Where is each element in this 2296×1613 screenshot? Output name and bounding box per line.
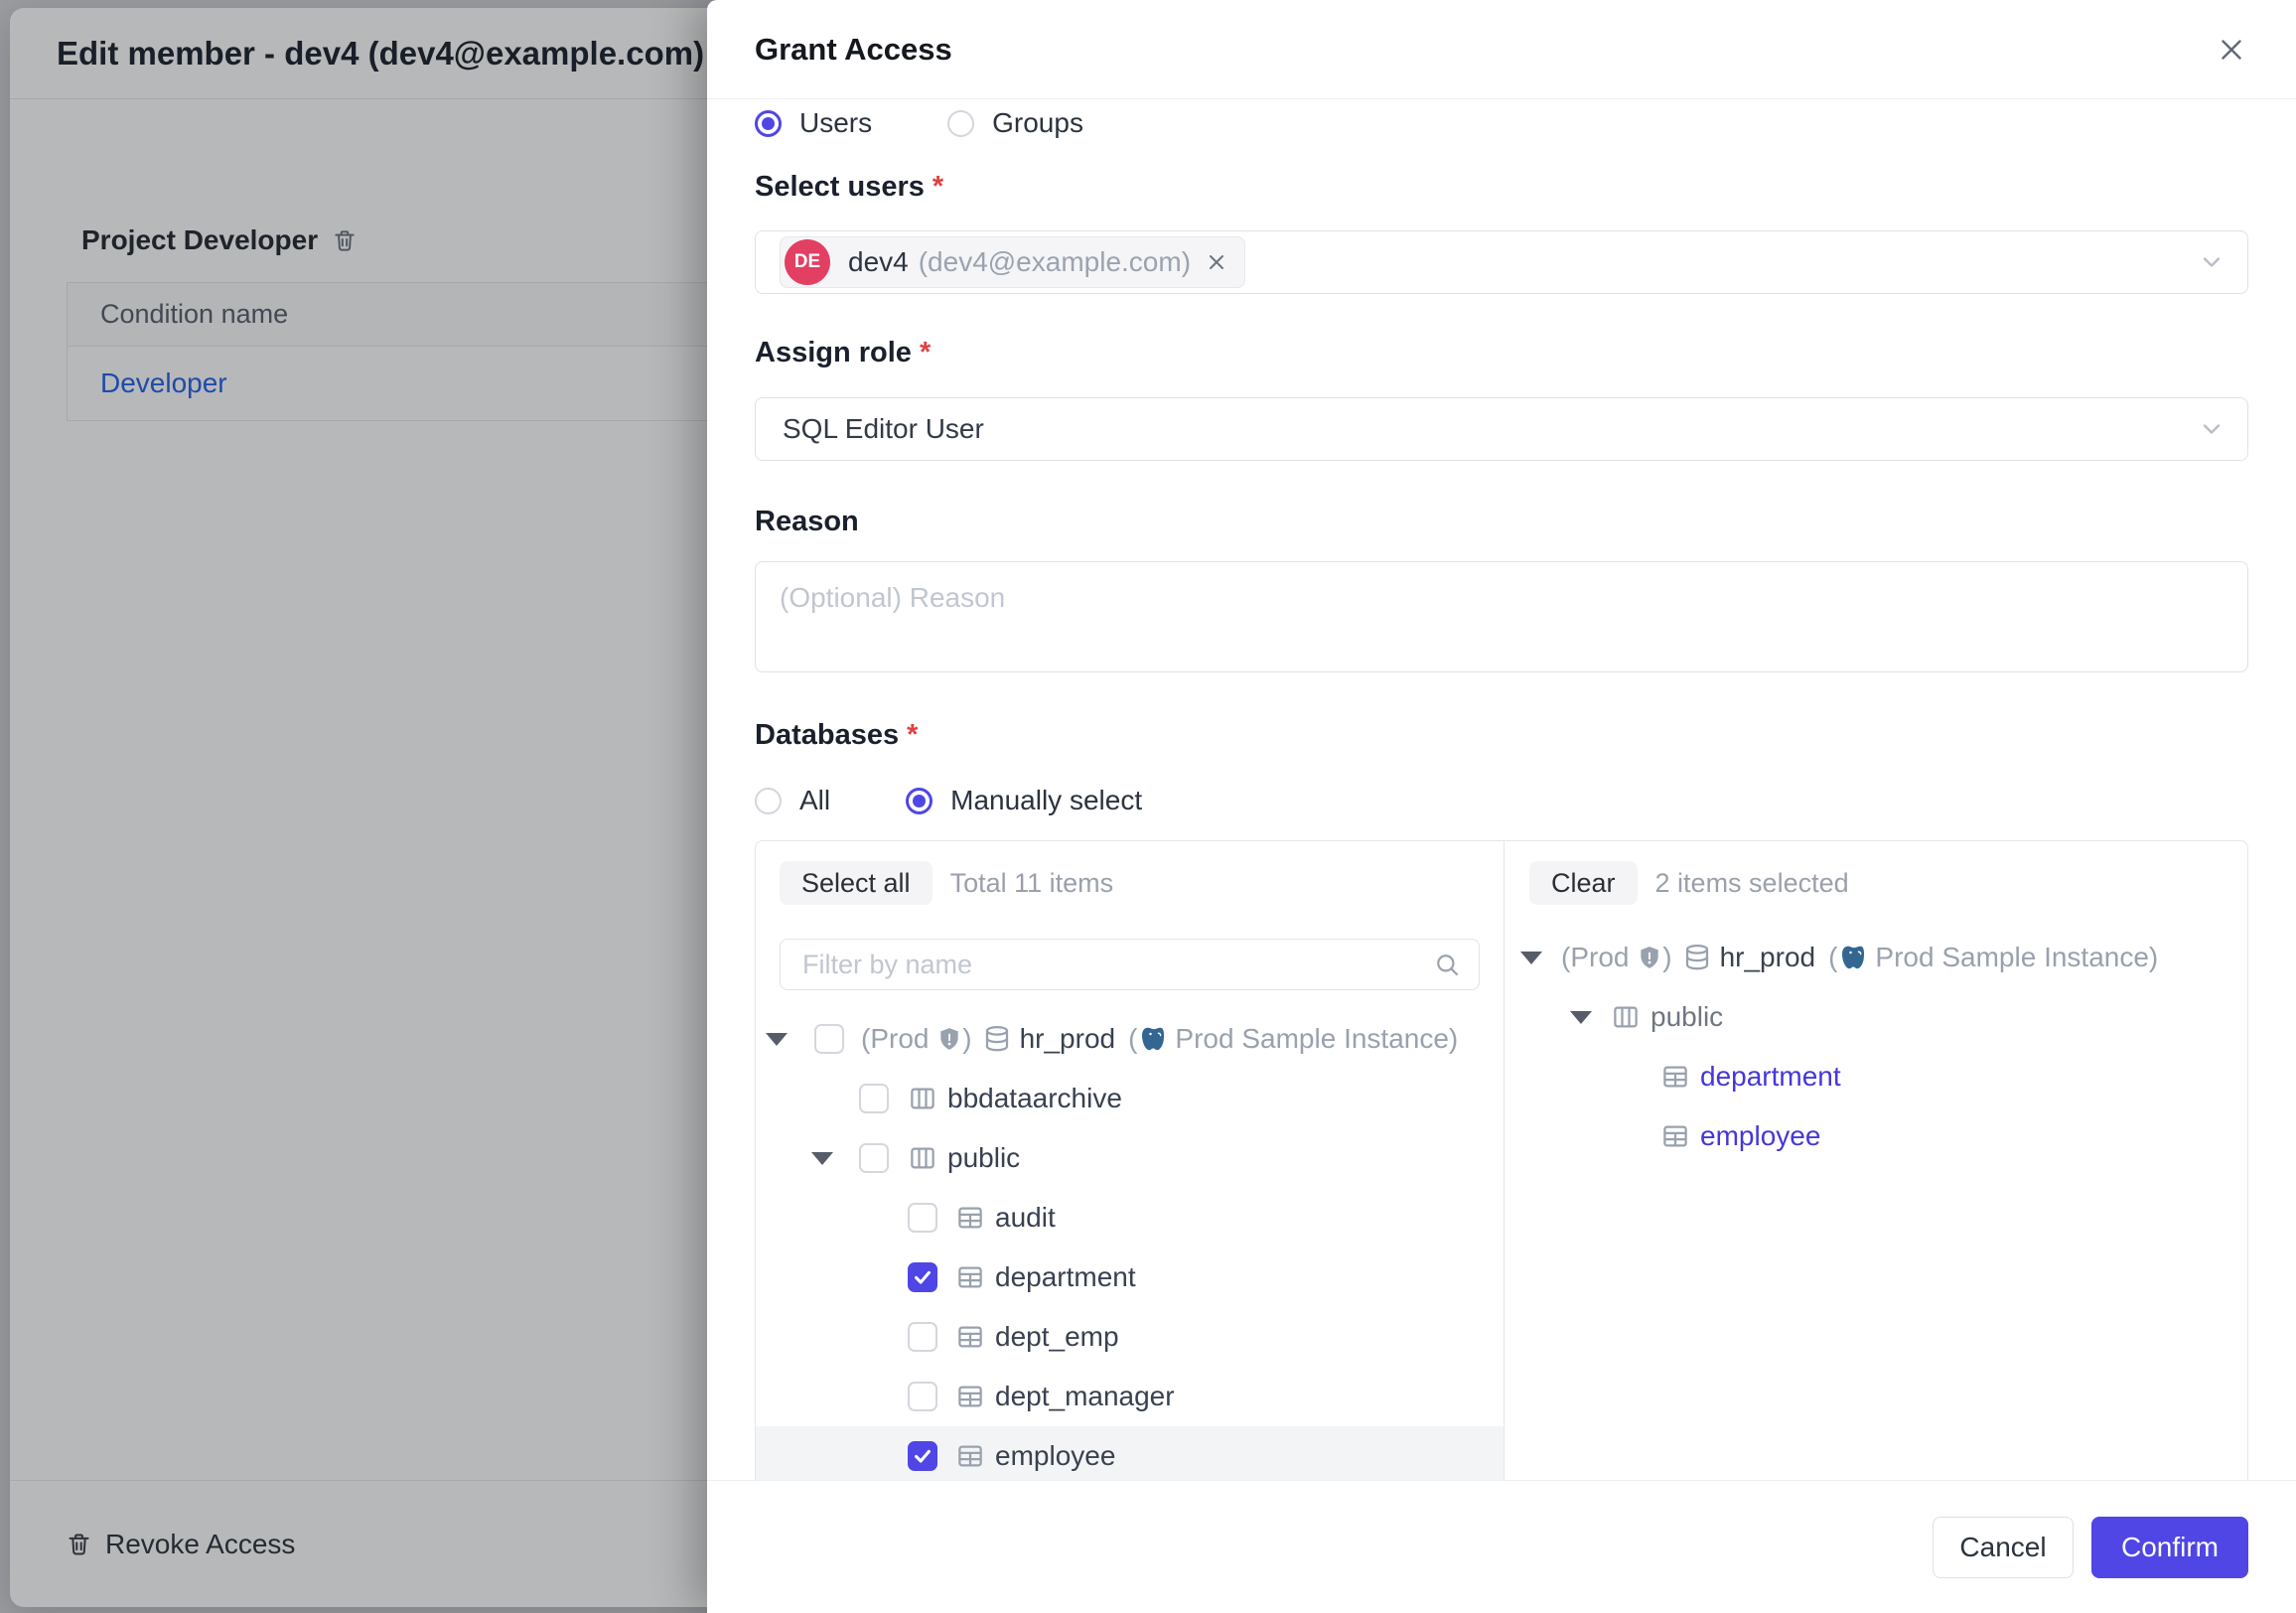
- all-databases-radio-label[interactable]: All: [799, 785, 830, 816]
- tree-row-public[interactable]: public: [756, 1128, 1504, 1188]
- close-icon[interactable]: [2215, 33, 2248, 67]
- environment-shield-icon: [1637, 944, 1662, 971]
- items-selected-label: 2 items selected: [1655, 868, 1849, 899]
- select-all-button[interactable]: Select all: [780, 861, 933, 905]
- modal-header: Grant Access: [707, 0, 2296, 99]
- schema-icon: [908, 1143, 937, 1173]
- table-icon: [1660, 1062, 1690, 1092]
- required-asterisk: *: [920, 337, 931, 368]
- checkbox[interactable]: [908, 1322, 937, 1352]
- table-icon: [955, 1441, 985, 1471]
- cancel-button[interactable]: Cancel: [1933, 1517, 2074, 1578]
- user-avatar: DE: [785, 239, 830, 285]
- select-users-input[interactable]: DE dev4 (dev4@example.com): [755, 230, 2248, 294]
- schema-icon: [908, 1084, 937, 1113]
- checkbox-checked[interactable]: [908, 1441, 937, 1471]
- source-panel-header: Select all Total 11 items: [780, 861, 1113, 905]
- required-asterisk: *: [907, 719, 918, 751]
- database-transfer: Select all Total 11 items Filter by name: [755, 840, 2248, 1480]
- modal-title: Grant Access: [755, 32, 2215, 68]
- collapse-caret-icon[interactable]: [1520, 952, 1542, 964]
- total-items-label: Total 11 items: [950, 868, 1114, 899]
- filter-input[interactable]: Filter by name: [780, 939, 1480, 990]
- groups-radio[interactable]: [947, 110, 974, 137]
- search-icon: [1433, 951, 1461, 978]
- databases-heading: Databases*: [755, 717, 2248, 753]
- employee-link[interactable]: employee: [1700, 1120, 1820, 1152]
- environment-shield-icon: [936, 1025, 962, 1053]
- assign-role-select[interactable]: SQL Editor User: [755, 397, 2248, 461]
- grant-access-modal: Grant Access Users Groups Select users* …: [707, 0, 2296, 1613]
- table-icon: [955, 1382, 985, 1411]
- tree-row-hr-prod-selected[interactable]: (Prod ) hr_prod ( Prod Sample Instance): [1506, 928, 2247, 987]
- schema-icon: [1611, 1002, 1641, 1032]
- clear-button[interactable]: Clear: [1529, 861, 1638, 905]
- manually-select-radio[interactable]: [906, 788, 933, 814]
- confirm-button[interactable]: Confirm: [2091, 1517, 2248, 1578]
- modal-body: Users Groups Select users* DE dev4 (dev4…: [707, 99, 2296, 1480]
- collapse-caret-icon[interactable]: [811, 1152, 833, 1165]
- tree-row-bbdataarchive[interactable]: bbdataarchive: [756, 1069, 1504, 1128]
- source-tree: (Prod ) hr_prod ( Prod Sample Instance): [756, 1009, 1504, 1480]
- all-databases-radio[interactable]: [755, 788, 782, 814]
- users-radio[interactable]: [755, 110, 782, 137]
- user-email: (dev4@example.com): [919, 246, 1191, 278]
- filter-placeholder: Filter by name: [802, 950, 1433, 980]
- assign-role-heading: Assign role*: [755, 335, 2248, 370]
- tree-row-department-selected[interactable]: department: [1506, 1047, 2247, 1106]
- collapse-caret-icon[interactable]: [1570, 1011, 1592, 1024]
- table-icon: [1660, 1121, 1690, 1151]
- postgres-logo-icon: [1139, 1024, 1169, 1054]
- target-panel-header: Clear 2 items selected: [1529, 861, 1849, 905]
- table-icon: [955, 1322, 985, 1352]
- remove-user-icon[interactable]: [1205, 250, 1228, 274]
- tree-row-employee[interactable]: employee: [756, 1426, 1504, 1480]
- users-radio-label[interactable]: Users: [799, 107, 872, 139]
- chevron-down-icon: [2198, 248, 2225, 276]
- collapse-caret-icon[interactable]: [766, 1033, 788, 1046]
- transfer-target-panel: Clear 2 items selected (Prod ) hr_prod: [1506, 841, 2247, 1480]
- modal-footer: Cancel Confirm: [707, 1480, 2296, 1613]
- tree-row-department[interactable]: department: [756, 1247, 1504, 1307]
- tree-row-dept-manager[interactable]: dept_manager: [756, 1367, 1504, 1426]
- selected-user-chip: DE dev4 (dev4@example.com): [780, 236, 1245, 288]
- checkbox[interactable]: [814, 1024, 844, 1054]
- table-icon: [955, 1262, 985, 1292]
- checkbox[interactable]: [859, 1084, 889, 1113]
- databases-radio-group: All Manually select: [755, 777, 2248, 824]
- transfer-source-panel: Select all Total 11 items Filter by name: [756, 841, 1505, 1480]
- tree-row-public-selected[interactable]: public: [1506, 987, 2247, 1047]
- reason-heading: Reason: [755, 504, 2248, 539]
- tree-row-audit[interactable]: audit: [756, 1188, 1504, 1247]
- user-name: dev4: [848, 246, 909, 278]
- reason-textarea[interactable]: (Optional) Reason: [755, 561, 2248, 672]
- tree-row-dept-emp[interactable]: dept_emp: [756, 1307, 1504, 1367]
- chevron-down-icon: [2198, 415, 2225, 443]
- tree-row-employee-selected[interactable]: employee: [1506, 1106, 2247, 1166]
- table-icon: [955, 1203, 985, 1233]
- checkbox-checked[interactable]: [908, 1262, 937, 1292]
- tree-row-hr-prod[interactable]: (Prod ) hr_prod ( Prod Sample Instance): [756, 1009, 1504, 1069]
- scope-radio-group: Users Groups: [755, 99, 2248, 147]
- groups-radio-label[interactable]: Groups: [992, 107, 1083, 139]
- postgres-logo-icon: [1839, 943, 1869, 972]
- checkbox[interactable]: [908, 1203, 937, 1233]
- reason-placeholder: (Optional) Reason: [780, 582, 1005, 613]
- select-users-heading: Select users*: [755, 169, 2248, 205]
- checkbox[interactable]: [859, 1143, 889, 1173]
- department-link[interactable]: department: [1700, 1061, 1841, 1093]
- assign-role-value: SQL Editor User: [783, 413, 984, 445]
- database-icon: [1682, 943, 1712, 972]
- database-icon: [982, 1024, 1012, 1054]
- checkbox[interactable]: [908, 1382, 937, 1411]
- required-asterisk: *: [933, 171, 943, 203]
- manually-select-radio-label[interactable]: Manually select: [950, 785, 1142, 816]
- target-tree: (Prod ) hr_prod ( Prod Sample Instance): [1506, 928, 2247, 1166]
